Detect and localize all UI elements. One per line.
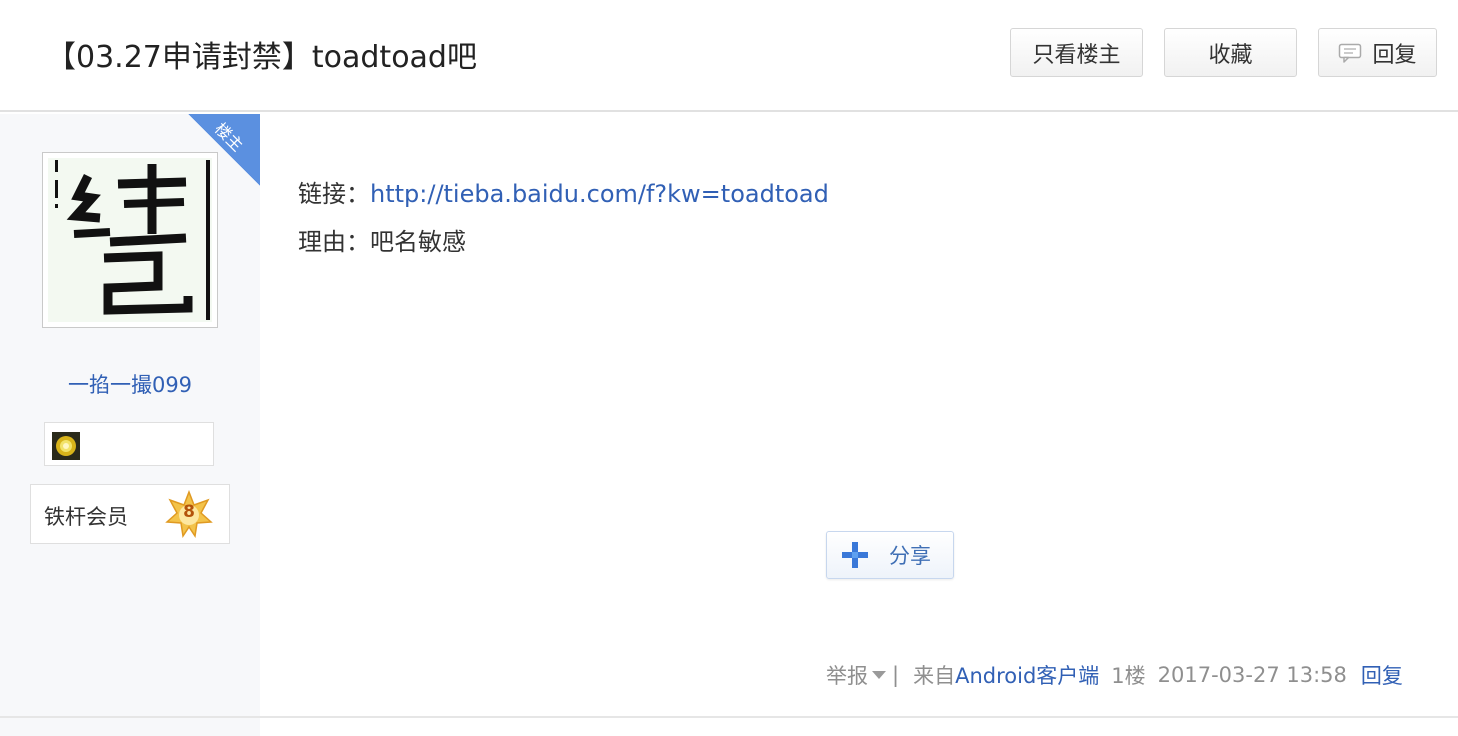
post-link[interactable]: http://tieba.baidu.com/f?kw=toadtoad <box>370 180 829 208</box>
reply-label: 回复 <box>1372 42 1417 68</box>
post-timestamp: 2017-03-27 13:58 <box>1157 663 1347 687</box>
member-label: 铁杆会员 <box>44 505 128 529</box>
floor-number: 1楼 <box>1111 664 1146 688</box>
reply-bubble-icon <box>1339 43 1362 63</box>
share-button[interactable]: 分享 <box>826 531 954 579</box>
reply-button[interactable]: 回复 <box>1318 28 1437 77</box>
divider <box>0 716 1458 718</box>
author-username[interactable]: 一掐一撮099 <box>0 369 260 399</box>
author-sidebar: 楼主 一掐一撮099 铁杆会员 8 <box>0 114 260 736</box>
link-label: 链接： <box>298 180 370 208</box>
footer-reply-link[interactable]: 回复 <box>1361 660 1403 690</box>
only-op-button[interactable]: 只看楼主 <box>1010 28 1143 77</box>
favorite-label: 收藏 <box>1208 42 1253 68</box>
report-link[interactable]: 举报 <box>826 660 868 690</box>
badge-icon[interactable] <box>52 432 80 460</box>
share-label: 分享 <box>889 544 931 568</box>
link-line: 链接：http://tieba.baidu.com/f?kw=toadtoad <box>298 170 829 218</box>
from-prefix: 来自 <box>913 664 956 688</box>
post-footer: 举报 | 来自 Android客户端 1楼 2017-03-27 13:58 回… <box>826 660 1403 690</box>
footer-separator: | <box>892 663 900 687</box>
reason-text: 吧名敏感 <box>370 228 466 256</box>
page-title: 【03.27申请封禁】toadtoad吧 <box>46 40 477 75</box>
only-op-label: 只看楼主 <box>1032 42 1121 68</box>
badge-box <box>44 422 214 466</box>
avatar-image <box>48 158 212 322</box>
level-number: 8 <box>183 502 195 522</box>
client-link[interactable]: Android客户端 <box>955 660 1099 690</box>
post-header: 【03.27申请封禁】toadtoad吧 只看楼主 收藏 回复 <box>0 0 1458 112</box>
post-content: 链接：http://tieba.baidu.com/f?kw=toadtoad … <box>298 170 829 266</box>
reason-label: 理由： <box>298 228 370 256</box>
user-avatar[interactable] <box>42 152 218 328</box>
caret-down-icon[interactable] <box>872 671 886 679</box>
share-plus-icon <box>842 542 868 568</box>
reason-line: 理由：吧名敏感 <box>298 218 829 266</box>
favorite-button[interactable]: 收藏 <box>1164 28 1297 77</box>
membership-box[interactable]: 铁杆会员 8 <box>30 484 230 544</box>
